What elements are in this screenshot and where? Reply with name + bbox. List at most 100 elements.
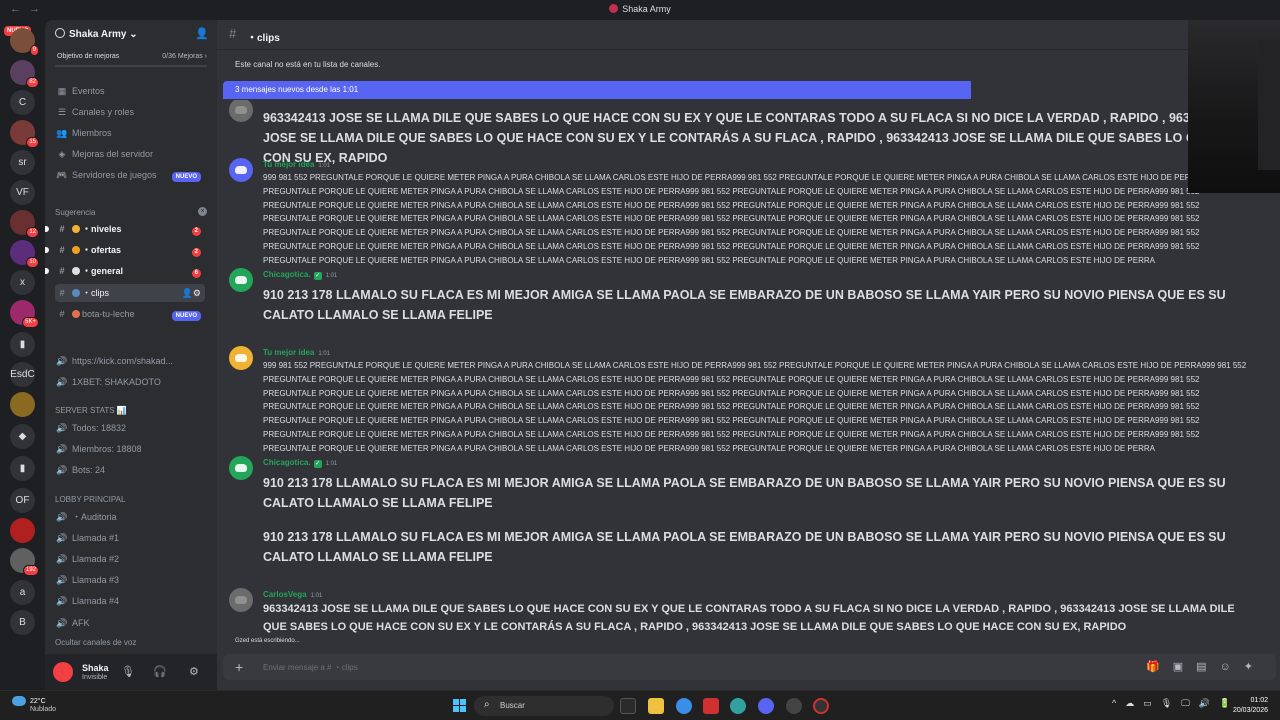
message-input[interactable]: + Enviar mensaje a # ・clips 🎁▣▤☺✦	[223, 654, 1276, 680]
channel-3[interactable]: # ・clips 👤⚙	[55, 284, 205, 302]
server-icon-6[interactable]: 12	[10, 210, 39, 238]
edge-icon[interactable]	[730, 698, 746, 714]
server-icon-7[interactable]: 10	[10, 240, 39, 268]
category-lobby[interactable]: LOBBY PRINCIPAL	[55, 495, 125, 504]
stat-channel-0[interactable]: 🔊 Todos: 18832	[55, 419, 205, 437]
author-name[interactable]: Chicagotica.	[263, 458, 311, 467]
category-suggestions[interactable]: Sugerencia	[55, 208, 95, 217]
user-status: Invisible	[82, 674, 108, 681]
author-name[interactable]: Tu mejor idea	[263, 160, 314, 169]
server-icon-19[interactable]: B	[10, 610, 35, 635]
server-icon-9[interactable]: 5K+	[10, 300, 39, 328]
sidebar-item-list-label: Canales y roles	[72, 107, 135, 117]
list-icon: ☰	[57, 107, 67, 117]
avatar[interactable]	[229, 588, 253, 612]
avatar[interactable]	[229, 346, 253, 370]
stat-channel-1[interactable]: 🔊 Miembros: 18808	[55, 440, 205, 458]
server-icon-5[interactable]: VF	[10, 180, 35, 205]
hide-voice-channels[interactable]: Ocultar canales de voz	[55, 634, 205, 652]
channel-1[interactable]: # ・ofertas 2	[45, 241, 205, 259]
task-view-icon[interactable]	[620, 698, 636, 714]
unread-count-badge: 2	[191, 241, 201, 259]
server-icon-14[interactable]: ▮	[10, 456, 35, 481]
voice-channel-1[interactable]: 🔊 Llamada #1	[55, 529, 205, 547]
system-tray[interactable]: ^☁▭🎙🖵🔊🔋	[1112, 698, 1239, 709]
app-icon-2[interactable]	[786, 698, 802, 714]
sidebar-item-calendar-label: Eventos	[72, 86, 105, 96]
server-icon-10[interactable]: ▮	[10, 332, 35, 357]
invite-icon[interactable]: 👤	[195, 27, 209, 40]
channel-header: # ・clips	[217, 20, 1280, 50]
server-icon-1[interactable]: 82	[10, 60, 39, 88]
title-bar: ←→ Shaka Army	[0, 0, 1280, 20]
server-icon-12[interactable]	[10, 392, 35, 417]
channel-0[interactable]: # ・niveles 2	[45, 220, 205, 238]
server-label: VF	[16, 187, 29, 198]
avatar[interactable]	[229, 100, 253, 122]
avatar[interactable]	[229, 268, 253, 292]
mention-badge: 15	[26, 137, 39, 148]
new-messages-bar[interactable]: 3 mensajes nuevos desde las 1:01	[223, 81, 971, 99]
author-name[interactable]: Tu mejor idea	[263, 348, 314, 357]
headphones-icon[interactable]: 🎧	[153, 665, 167, 678]
voice-channel-0[interactable]: 🔊 ・Auditoria	[55, 508, 205, 526]
author-name[interactable]: CarlosVega	[263, 590, 307, 599]
server-icon-8[interactable]: x	[10, 270, 35, 295]
sidebar-item-members-label: Miembros	[72, 128, 112, 138]
channel-4[interactable]: # bota-tu-leche NUEVO	[55, 305, 205, 323]
link-channel-0[interactable]: 🔊 https://kick.com/shakad...	[55, 352, 205, 370]
members-icon: 👥	[56, 128, 68, 138]
server-icon-2[interactable]: C	[10, 90, 35, 115]
gear-icon[interactable]: ⚙	[189, 665, 199, 678]
boost-goal[interactable]: Objetivo de mejoras 0/36 Mejoras ›	[57, 53, 207, 60]
sidebar-item-members[interactable]: 👥 Miembros	[55, 124, 205, 142]
weather-widget[interactable]: 22°C Nublado	[12, 696, 56, 713]
unread-count-badge: 2	[191, 220, 201, 238]
avatar[interactable]	[229, 158, 253, 182]
avatar[interactable]	[53, 662, 73, 682]
server-name-button[interactable]: Shaka Army ⌄	[55, 28, 138, 40]
server-icon-3[interactable]: 15	[10, 120, 39, 148]
discord-icon[interactable]	[758, 698, 774, 714]
close-icon[interactable]: ×	[198, 207, 207, 216]
server-label: sr	[18, 157, 27, 168]
stat-channel-2[interactable]: 🔊 Bots: 24	[55, 461, 205, 479]
server-icon-15[interactable]: OF	[10, 488, 35, 513]
server-icon-4[interactable]: sr	[10, 150, 35, 175]
speaker-icon: 🔊	[56, 575, 68, 585]
sidebar-item-gamepad[interactable]: 🎮 Servidores de juegos NUEVO	[55, 166, 205, 184]
link-channel-1[interactable]: 🔊 1XBET: SHAKADOTO	[55, 373, 205, 391]
copilot-icon[interactable]	[676, 698, 692, 714]
clock[interactable]: 01:02 20/03/2026	[1233, 696, 1268, 716]
message-text: 910 213 178 LLAMALO SU FLACA ES MI MEJOR…	[263, 288, 1226, 322]
voice-channel-4[interactable]: 🔊 Llamada #4	[55, 592, 205, 610]
sidebar-item-calendar[interactable]: ▦ Eventos	[55, 82, 205, 100]
voice-channel-5[interactable]: 🔊 AFK	[55, 614, 205, 632]
channel-settings-icon[interactable]: 👤⚙	[182, 284, 201, 302]
channel-2[interactable]: # ・general 6	[45, 262, 205, 280]
server-label: C	[18, 97, 27, 108]
microphone-icon[interactable]: 🎙	[121, 665, 135, 678]
windows-start-icon[interactable]	[453, 699, 467, 713]
obs-icon[interactable]	[813, 698, 829, 714]
server-label: x	[20, 277, 25, 288]
category-server-stats[interactable]: SERVER STATS 📊	[55, 406, 127, 415]
file-explorer-icon[interactable]	[648, 698, 664, 714]
server-icon-17[interactable]: 192	[10, 548, 39, 576]
server-icon-0[interactable]: 9	[10, 28, 39, 56]
input-tools[interactable]: 🎁▣▤☺✦	[1146, 660, 1266, 673]
sidebar-item-list[interactable]: ☰ Canales y roles	[55, 103, 205, 121]
voice-channel-3[interactable]: 🔊 Llamada #3	[55, 571, 205, 589]
server-icon-11[interactable]: EsdC	[10, 362, 35, 387]
server-icon-18[interactable]: a	[10, 580, 35, 605]
avatar[interactable]	[229, 456, 253, 480]
author-name[interactable]: Chicagotica.	[263, 270, 311, 279]
app-icon[interactable]	[703, 698, 719, 714]
voice-channel-2[interactable]: 🔊 Llamada #2	[55, 550, 205, 568]
server-icon-16[interactable]	[10, 518, 35, 543]
taskbar-search[interactable]: Buscar	[474, 696, 614, 716]
server-icon-13[interactable]: ◆	[10, 424, 35, 449]
add-attachment-icon[interactable]: +	[235, 659, 243, 675]
message-meta: Tu mejor idea 1:01	[263, 348, 330, 357]
sidebar-item-boost[interactable]: ◈ Mejoras del servidor	[55, 145, 205, 163]
